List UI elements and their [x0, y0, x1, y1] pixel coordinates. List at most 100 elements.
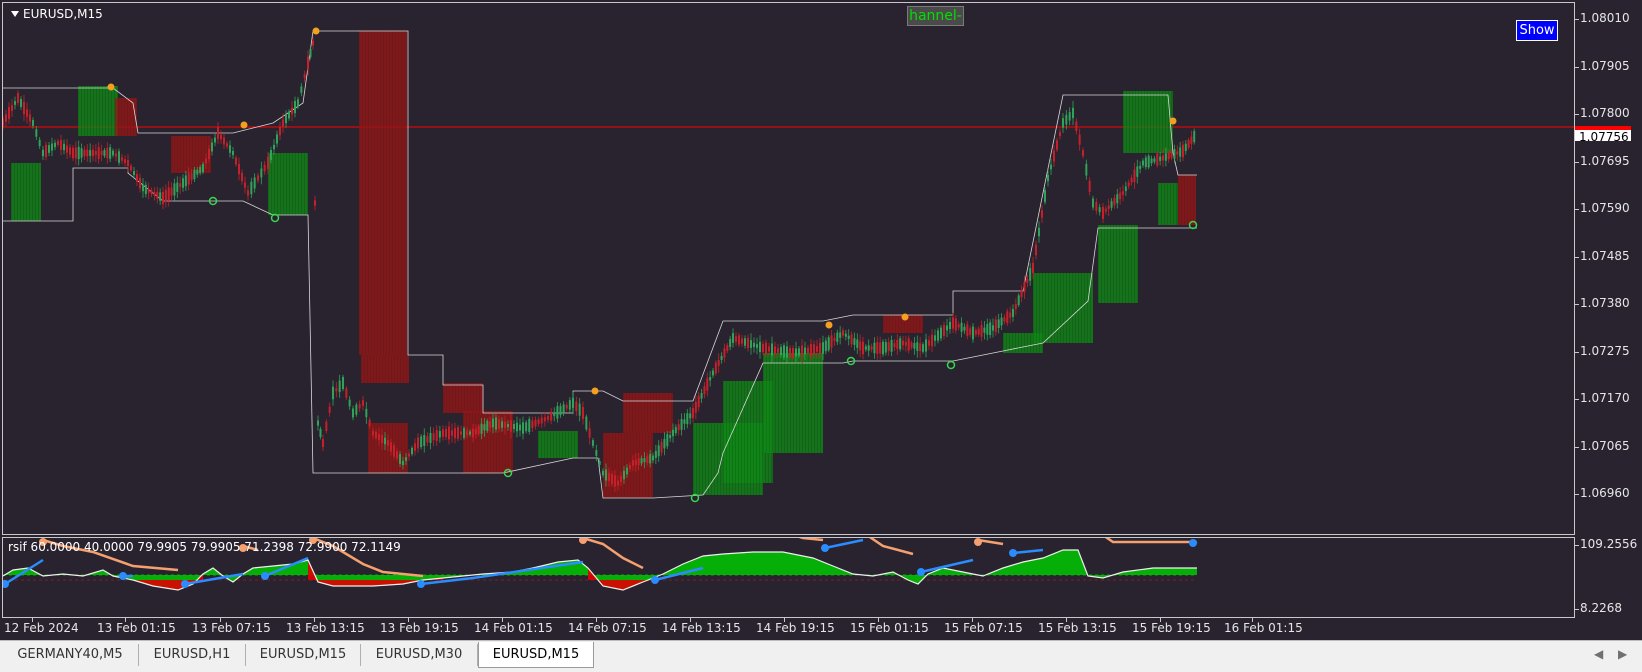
candle-body: [717, 360, 720, 366]
candle-body: [1164, 153, 1167, 161]
candle-body: [285, 114, 287, 124]
candle-body: [112, 150, 114, 156]
candle-body: [827, 337, 830, 351]
candle-body: [226, 143, 228, 147]
candle-body: [510, 420, 512, 432]
candle-body: [672, 429, 674, 437]
show-button[interactable]: Show: [1516, 20, 1558, 41]
indicator-axis[interactable]: 109.2556 8.2268: [1575, 537, 1642, 618]
candle-body: [182, 178, 184, 188]
candle-body: [946, 325, 948, 331]
chart-window[interactable]: EURUSD,M15 hannel- Show 1.08010 1.07905 1.…: [0, 0, 1642, 640]
channel-zone-bear: [603, 433, 653, 498]
candle-body: [429, 433, 432, 443]
candle-body: [69, 147, 71, 155]
trend-orange-dot: [974, 538, 982, 546]
main-price-pane[interactable]: EURUSD,M15 hannel- Show: [2, 2, 1575, 535]
candle-body: [3, 118, 4, 128]
candle-body: [106, 147, 109, 159]
candle-body: [620, 475, 622, 483]
candle-body: [80, 148, 83, 158]
candle-body: [460, 431, 462, 435]
candle-body: [250, 181, 253, 195]
candle-body: [267, 156, 269, 170]
candle-body: [365, 408, 368, 418]
candle-body: [756, 344, 758, 348]
price-tick: [1575, 352, 1579, 353]
candle-body: [1124, 186, 1127, 191]
price-tick: [1575, 494, 1579, 495]
candle-body: [726, 345, 729, 351]
candle-body: [312, 40, 314, 46]
price-axis[interactable]: 1.08010 1.07905 1.07800 1.07695 1.07590 1.074…: [1575, 2, 1642, 535]
scroll-right-icon[interactable]: ▶: [1618, 647, 1627, 661]
price-tick: [1575, 209, 1579, 210]
candle-body: [864, 346, 867, 350]
swing-high-marker: [591, 387, 599, 395]
candle-body: [738, 335, 740, 345]
tab-germany40-m5[interactable]: GERMANY40,M5: [2, 644, 139, 666]
candle-body: [842, 330, 844, 336]
candle-body: [611, 473, 613, 485]
trend-orange-line: [869, 538, 914, 556]
swing-high-marker: [312, 27, 320, 35]
candle-body: [697, 395, 700, 408]
candle-body: [1150, 158, 1153, 164]
candle-body: [1006, 311, 1009, 324]
candle-body: [813, 344, 815, 355]
symbol-title[interactable]: EURUSD,M15: [11, 7, 103, 21]
price-chart-canvas[interactable]: [3, 3, 1574, 534]
candle-body: [783, 345, 785, 358]
candle-body: [297, 99, 299, 107]
candle-body: [63, 143, 65, 151]
candle-body: [712, 370, 714, 376]
channel-indicator-badge[interactable]: hannel-: [907, 6, 964, 26]
candle-body: [66, 145, 68, 153]
candle-body: [556, 406, 559, 419]
time-axis[interactable]: 12 Feb 2024 13 Feb 01:15 13 Feb 07:15 13 Fe…: [2, 618, 1575, 640]
candle-body: [1095, 201, 1098, 211]
candle-body: [1153, 158, 1156, 162]
candle-body: [1059, 131, 1061, 137]
scroll-left-icon[interactable]: ◀: [1594, 647, 1603, 661]
trend-blue-line: [1012, 548, 1044, 555]
candle-body: [51, 143, 53, 151]
candle-body: [966, 324, 969, 336]
candle-body: [550, 411, 553, 421]
candle-body: [652, 455, 654, 461]
candle-body: [654, 450, 657, 458]
tab-eurusd-m15-active[interactable]: EURUSD,M15: [478, 642, 594, 668]
candle-body: [870, 346, 873, 350]
candle-body: [196, 169, 199, 175]
tab-eurusd-m15[interactable]: EURUSD,M15: [246, 644, 361, 666]
candle-body: [844, 333, 847, 337]
current-price-label: 1.07756: [1575, 126, 1631, 144]
candle-body: [220, 134, 222, 140]
candle-body: [332, 386, 334, 400]
candle-body: [1159, 156, 1162, 161]
candle-body: [190, 173, 193, 180]
candle-body: [454, 427, 456, 439]
candle-body: [592, 440, 594, 446]
candle-body: [997, 319, 1000, 329]
candle-body: [543, 417, 546, 422]
time-axis-label: 15 Feb 01:15: [850, 621, 929, 635]
candle-body: [1182, 144, 1184, 158]
candle-body: [916, 342, 919, 351]
candle-body: [1113, 197, 1116, 206]
trend-blue-line: [824, 538, 864, 550]
candle-body: [60, 140, 62, 150]
candle-body: [528, 419, 531, 432]
tab-eurusd-m30[interactable]: EURUSD,M30: [361, 644, 478, 666]
candle-body: [362, 400, 364, 406]
price-tick: [1575, 257, 1579, 258]
dropdown-triangle-icon[interactable]: [11, 11, 19, 17]
candle-body: [537, 419, 540, 425]
candle-body: [637, 458, 640, 466]
candle-body: [902, 340, 904, 346]
tab-eurusd-h1[interactable]: EURUSD,H1: [139, 644, 246, 666]
price-tick: [1575, 304, 1579, 305]
candle-body: [774, 346, 776, 354]
candle-body: [700, 393, 703, 399]
indicator-legend: rsif 60.0000 40.0000 79.9905 79.9905 71.…: [8, 540, 401, 554]
